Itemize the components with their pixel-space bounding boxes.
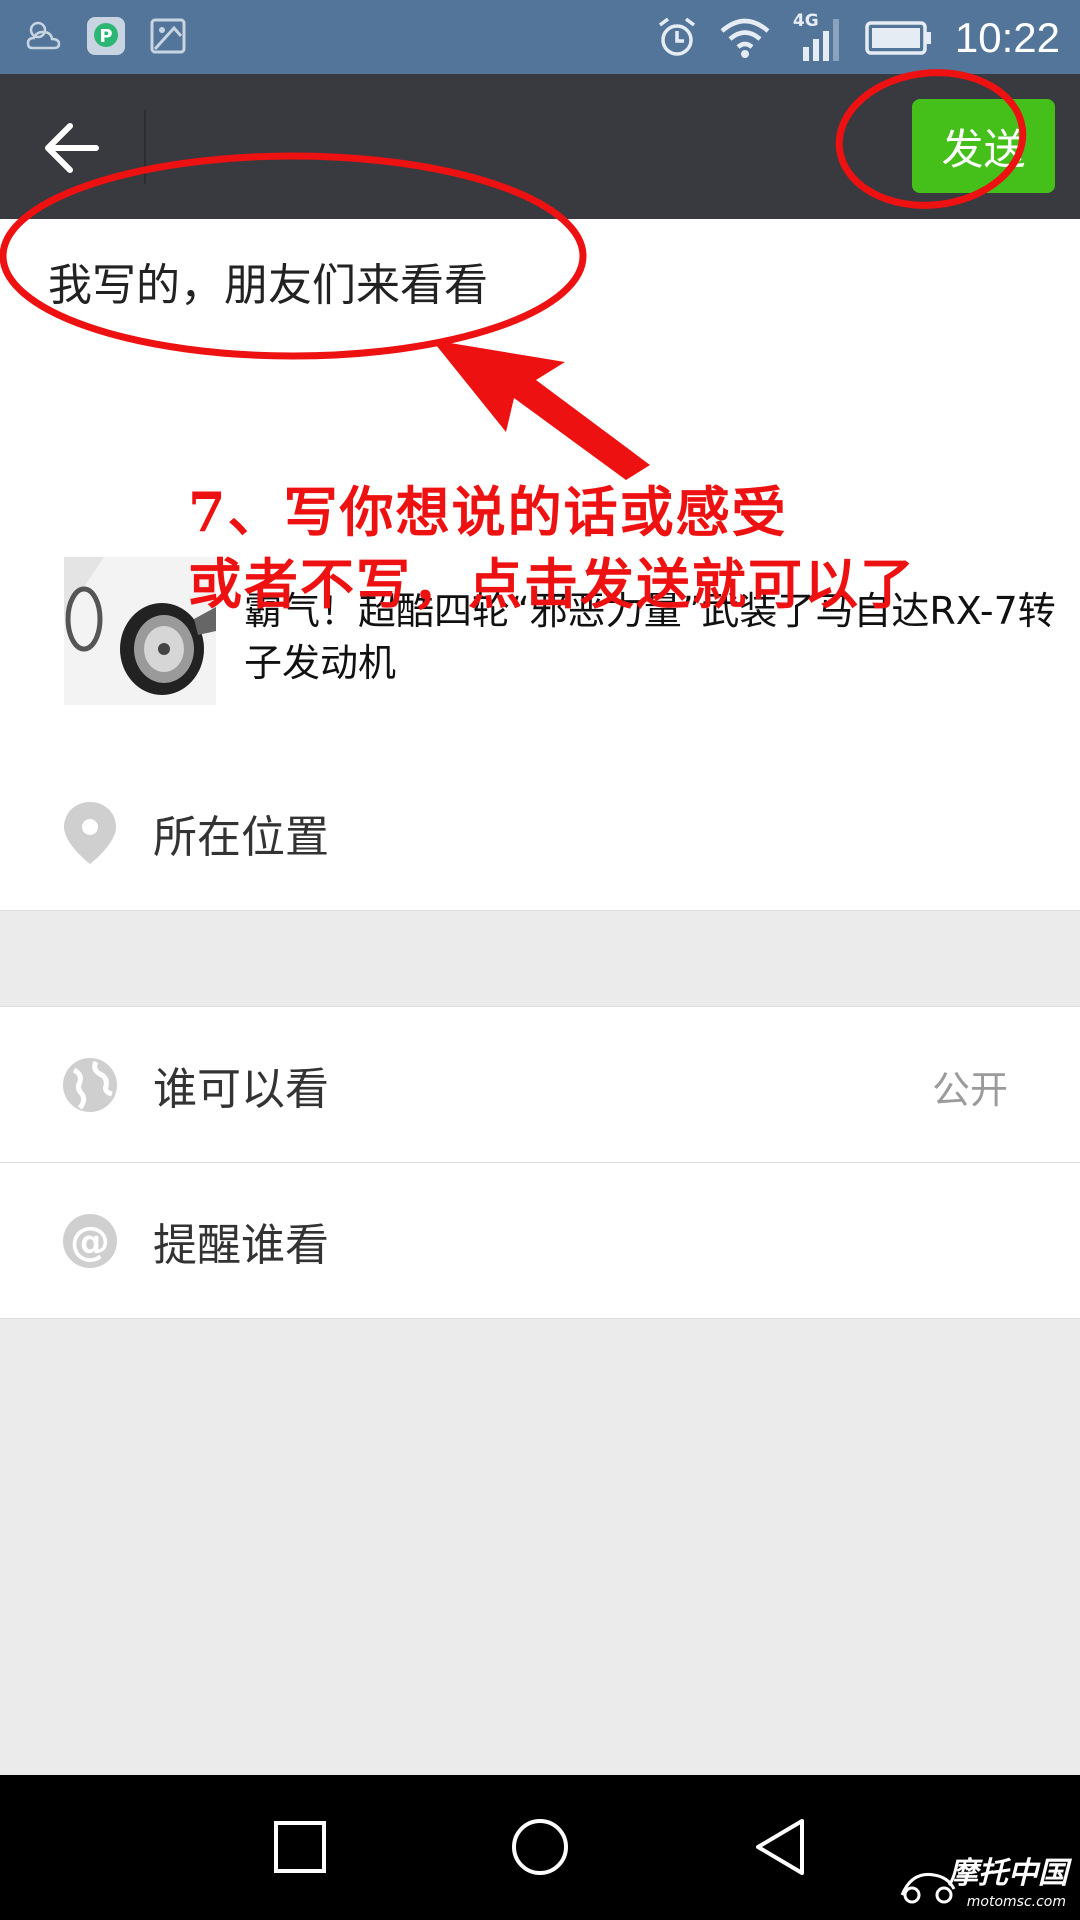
mention-row[interactable]: @ 提醒谁看 [0,1163,1080,1318]
svg-text:P: P [99,26,112,47]
location-row[interactable]: 所在位置 [0,755,1080,910]
cell-signal-icon [802,19,839,61]
home-icon[interactable] [510,1817,570,1877]
wifi-icon [720,18,770,58]
visibility-label: 谁可以看 [153,1064,329,1115]
navigation-bar: 摩托中国 motomsc.com [0,1775,1080,1920]
weather-icon [26,21,61,50]
clock: 10:22 [954,14,1060,61]
watermark-url: motomsc.com [966,1894,1066,1910]
status-indicators: 4G 10:22 [657,10,1060,66]
globe-icon [63,1058,117,1112]
watermark-name: 摩托中国 [948,1856,1068,1891]
image-icon [150,18,186,54]
status-notifications: P [24,16,188,56]
mention-label: 提醒谁看 [153,1220,329,1271]
title-divider [144,110,146,184]
recent-apps-icon[interactable] [272,1819,328,1875]
annotation-line-2: 或者不写，点击发送就可以了 [188,552,916,616]
status-bar: P 4G 10:22 [0,0,1080,74]
post-text-input[interactable]: 我写的，朋友们来看看 [48,249,488,313]
visibility-row[interactable]: 谁可以看 公开 [0,1007,1080,1162]
back-arrow-icon[interactable] [40,116,104,180]
annotation-line-1: 7、写你想说的话或感受 [188,480,788,544]
divider [0,1318,1080,1319]
title-bar: 发送 [0,74,1080,219]
back-triangle-icon[interactable] [752,1817,808,1877]
send-button[interactable]: 发送 [912,99,1055,193]
app-p-icon: P [87,17,125,55]
visibility-value: 公开 [931,1068,1008,1112]
location-label: 所在位置 [153,812,329,863]
at-sign-icon: @ [63,1214,117,1268]
divider [0,910,1080,911]
location-pin-icon [64,802,116,864]
svg-text:@: @ [70,1219,110,1265]
alarm-icon [658,17,695,56]
battery-icon [865,21,931,55]
signal-indicator: 4G [793,11,843,63]
